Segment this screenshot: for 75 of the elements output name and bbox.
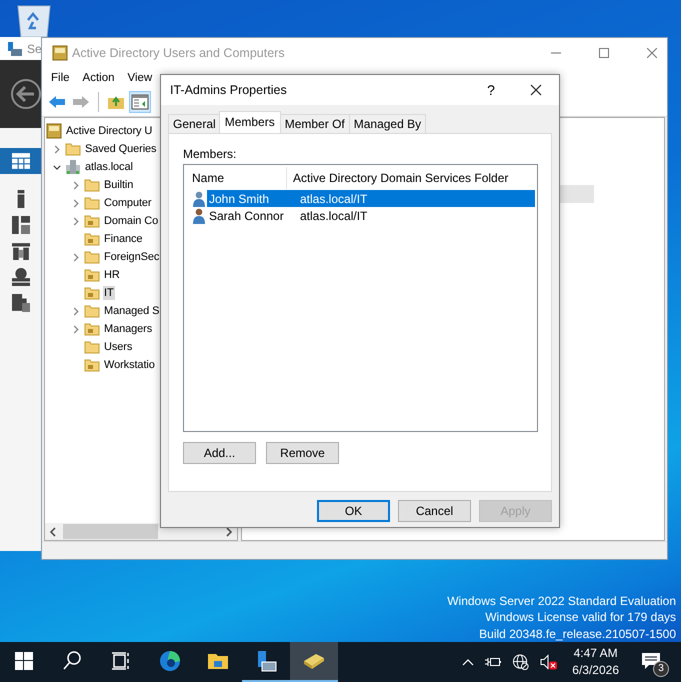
tree-item[interactable]: IT <box>103 286 115 300</box>
help-button[interactable]: ? <box>484 82 498 98</box>
column-header[interactable]: Name <box>186 167 287 189</box>
tree-item[interactable]: ForeignSec <box>103 250 160 264</box>
window-title: Active Directory Users and Computers <box>72 46 285 60</box>
organizational-unit-icon <box>84 321 100 337</box>
back-icon[interactable] <box>10 78 41 110</box>
user-icon <box>192 208 206 224</box>
notification-badge: 3 <box>653 661 669 677</box>
dialog-button[interactable]: Add... <box>183 442 256 464</box>
nav-item[interactable] <box>0 148 41 174</box>
organizational-unit-icon <box>84 285 100 301</box>
tree-item[interactable]: Domain Co <box>103 214 160 228</box>
menu-item[interactable]: File <box>51 72 70 84</box>
edition-text: Windows License valid for 179 days <box>485 609 676 626</box>
tree-item[interactable]: Active Directory U <box>65 124 154 138</box>
column-header[interactable]: Active Directory Domain Services Folder <box>287 171 508 185</box>
network-globe-icon[interactable] <box>512 654 530 670</box>
window-title: Se <box>27 42 41 56</box>
console-tree-icon[interactable] <box>129 91 151 113</box>
menu-item[interactable]: View <box>128 72 152 84</box>
tree-item[interactable]: HR <box>103 268 121 282</box>
directory-book-icon <box>52 45 68 61</box>
user-icon <box>192 190 206 206</box>
members-label: Members: <box>183 147 238 161</box>
dialog-button[interactable]: Remove <box>266 442 339 464</box>
dialog-title: IT-Admins Properties <box>170 83 287 97</box>
tree-item[interactable]: atlas.local <box>84 160 134 174</box>
close-icon[interactable] <box>530 84 542 96</box>
storage-icon <box>12 294 30 312</box>
dialog-button[interactable]: Cancel <box>398 500 471 522</box>
edition-text: Windows Server 2022 Standard Evaluation <box>447 592 676 609</box>
tree-item[interactable]: Managers <box>103 322 154 336</box>
organizational-unit-icon <box>84 213 100 229</box>
scroll-right-icon[interactable] <box>225 526 233 536</box>
folder-icon <box>84 339 100 355</box>
chevron-up-icon[interactable] <box>462 658 474 666</box>
directory-book-icon <box>46 123 62 139</box>
scroll-left-icon[interactable] <box>49 526 57 536</box>
power-plug-icon[interactable] <box>484 656 502 668</box>
servers-icon <box>12 216 30 234</box>
folder-icon <box>84 303 100 319</box>
roles-icon <box>12 242 30 260</box>
clock[interactable]: 4:47 AM 6/3/2026 <box>572 645 619 679</box>
folder-icon <box>84 249 100 265</box>
member-row[interactable]: Sarah Connor atlas.local/IT <box>207 207 535 224</box>
tab[interactable]: General <box>168 114 221 133</box>
server-manager-icon <box>7 40 23 56</box>
folder-icon <box>65 141 81 157</box>
tree-item[interactable]: Saved Queries <box>84 142 158 156</box>
folder-icon <box>84 195 100 211</box>
windows-logo-icon <box>12 649 36 673</box>
member-row[interactable]: John Smith atlas.local/IT <box>207 190 535 207</box>
tree-item[interactable]: Computer <box>103 196 152 210</box>
organizational-unit-icon <box>84 267 100 283</box>
tree-item[interactable]: Managed S <box>103 304 160 318</box>
edition-text: Build 20348.fe_release.210507-1500 <box>479 626 676 642</box>
dialog-button[interactable]: OK <box>317 500 390 522</box>
browser-icon <box>158 649 182 673</box>
tree-item[interactable]: Builtin <box>103 178 134 192</box>
speaker-muted-icon[interactable] <box>540 654 558 670</box>
tab[interactable]: Members <box>218 111 281 133</box>
organizational-unit-icon <box>84 231 100 247</box>
folder-icon <box>84 177 100 193</box>
maximize-icon[interactable] <box>599 48 609 58</box>
tree-item[interactable]: Workstatio <box>103 358 156 372</box>
tree-item[interactable]: Users <box>103 340 134 354</box>
domain-icon <box>65 159 81 175</box>
network-icon <box>12 268 30 286</box>
organizational-unit-icon <box>84 357 100 373</box>
taskbar-app[interactable] <box>290 642 338 682</box>
tree-item[interactable]: Finance <box>103 232 144 246</box>
menu-item[interactable]: Action <box>82 72 114 84</box>
dashboard-icon <box>12 152 30 170</box>
tab[interactable]: Managed By <box>348 114 426 133</box>
